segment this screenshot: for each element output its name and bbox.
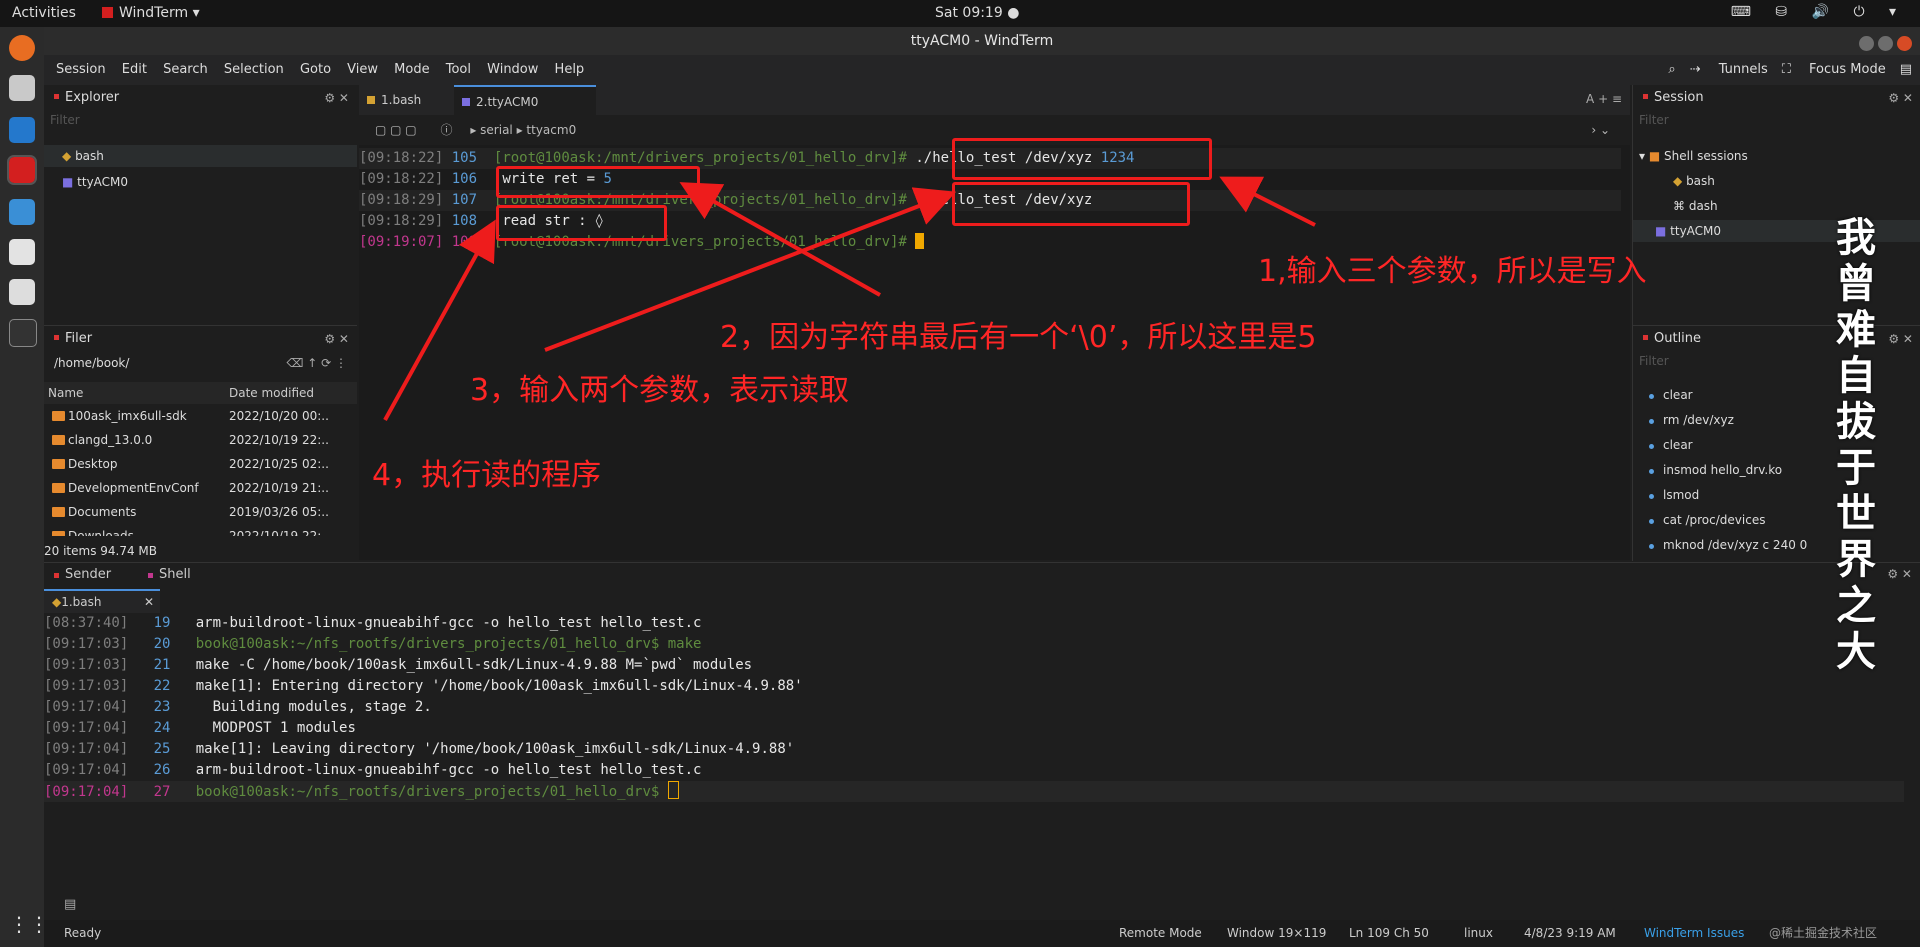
annotation-2: 2，因为字符串最后有一个‘\0’，所以这里是5 [720, 320, 1317, 355]
annotation-3: 3，输入两个参数，表示读取 [470, 373, 850, 408]
arrow-2 [679, 182, 881, 297]
annotation-arrows [383, 176, 1316, 421]
annotation-1: 1,输入三个参数，所以是写入 [1258, 254, 1647, 289]
annotation-4: 4，执行读的程序 [372, 458, 602, 493]
vertical-watermark: 我曾难自拔于世界之大 [1836, 215, 1876, 675]
arrow-1 [1219, 176, 1316, 227]
